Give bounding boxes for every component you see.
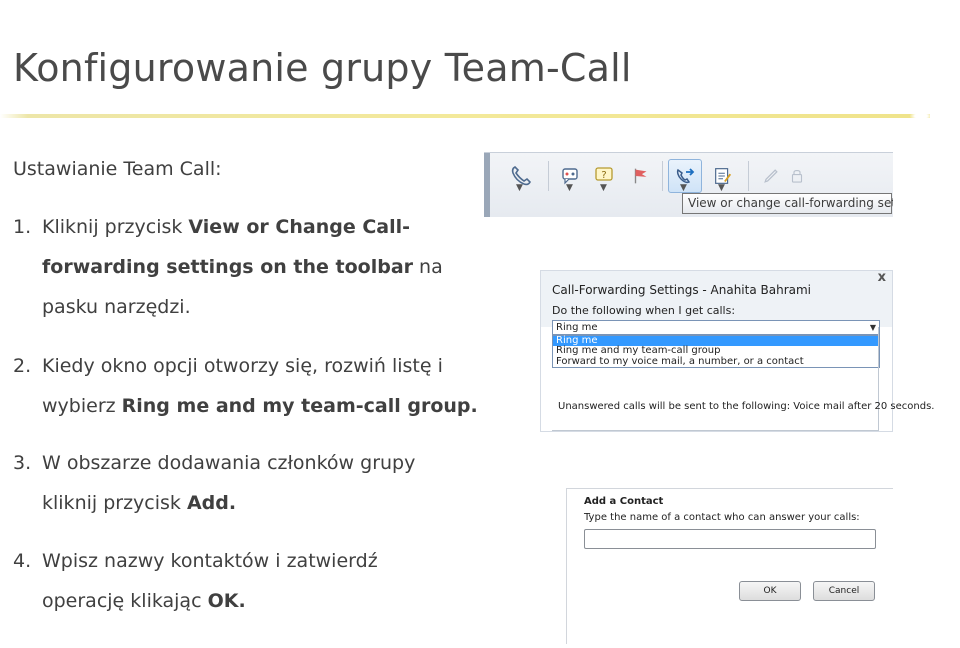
panel-border [552, 430, 879, 431]
chevron-down-icon[interactable]: ▼ [600, 183, 607, 193]
step-bold-text: forwarding settings on the toolbar [42, 256, 414, 278]
toolbar-screenshot: ▼ ▼ ? ▼ ▼ ▼ View or change call-forwardi… [484, 152, 893, 217]
step-text: kliknij przycisk [42, 492, 187, 514]
calls-action-dropdown[interactable]: Ring me Ring me and my team-call group F… [552, 335, 880, 368]
chevron-down-icon[interactable]: ▼ [566, 183, 573, 193]
calls-action-select[interactable]: Ring me ▼ [552, 320, 880, 335]
contact-name-label: Type the name of a contact who can answe… [584, 512, 860, 523]
step-number: 2. [13, 355, 32, 377]
select-value: Ring me [556, 322, 598, 333]
unanswered-calls-text: Unanswered calls will be sent to the fol… [558, 401, 935, 412]
svg-text:?: ? [601, 170, 606, 181]
step-text: W obszarze dodawania członków grupy [42, 452, 416, 474]
step-bold-text: View or Change Call- [188, 216, 410, 238]
toolbar-separator [548, 161, 549, 191]
contact-name-input[interactable] [584, 529, 876, 549]
title-divider [0, 114, 930, 118]
step-number: 4. [13, 550, 32, 572]
title-divider-fade [910, 111, 932, 121]
toolbar-separator [748, 161, 749, 191]
step-text: pasku narzędzi. [42, 296, 191, 318]
step-text: Kiedy okno opcji otworzy się, rozwiń lis… [42, 355, 443, 377]
chevron-down-icon[interactable]: ▼ [680, 183, 687, 193]
call-forwarding-dialog: x Call-Forwarding Settings - Anahita Bah… [540, 270, 934, 432]
close-icon[interactable]: x [878, 270, 886, 285]
cancel-button[interactable]: Cancel [813, 581, 875, 601]
step-number: 3. [13, 452, 32, 474]
step-text: Kliknij przycisk [42, 216, 189, 238]
step-text: Wpisz nazwy kontaktów i zatwierdź [42, 550, 378, 572]
toolbar-tooltip: View or change call-forwarding settings [682, 193, 893, 214]
panel-border [878, 327, 879, 431]
step-bold-text: OK. [207, 590, 246, 612]
add-contact-dialog: Add a Contact Type the name of a contact… [566, 488, 893, 644]
slide-subtitle: Ustawianie Team Call: [13, 158, 222, 180]
chevron-down-icon[interactable]: ▼ [870, 321, 876, 334]
step-3: 3. W obszarze dodawania członków grupy kl… [13, 443, 483, 523]
step-2: 2. Kiedy okno opcji otworzy się, rozwiń l… [13, 346, 483, 426]
calls-action-label: Do the following when I get calls: [552, 304, 736, 317]
step-bold-text: Ring me and my team-call group. [121, 395, 478, 417]
step-1: 1. Kliknij przycisk View or Change Call- … [13, 207, 483, 327]
dropdown-option[interactable]: Forward to my voice mail, a number, or a… [553, 356, 879, 367]
step-bold-text: Add. [186, 492, 237, 514]
dialog-title: Call-Forwarding Settings - Anahita Bahra… [552, 283, 812, 297]
toolbar-separator [662, 161, 663, 191]
step-text: na [413, 256, 443, 278]
step-text: operację klikając [42, 590, 208, 612]
toolbar-edge [484, 153, 490, 217]
step-text: wybierz [42, 395, 122, 417]
chevron-down-icon[interactable]: ▼ [718, 183, 725, 193]
step-4: 4. Wpisz nazwy kontaktów i zatwierdź oper… [13, 541, 483, 621]
lock-icon[interactable] [780, 159, 814, 193]
step-number: 1. [13, 216, 32, 238]
slide-title: Konfigurowanie grupy Team-Call [13, 46, 632, 90]
dialog-title: Add a Contact [584, 496, 664, 507]
dialog-header [541, 271, 892, 327]
chevron-down-icon[interactable]: ▼ [516, 183, 523, 193]
ok-button[interactable]: OK [739, 581, 801, 601]
flag-icon[interactable] [624, 159, 658, 193]
